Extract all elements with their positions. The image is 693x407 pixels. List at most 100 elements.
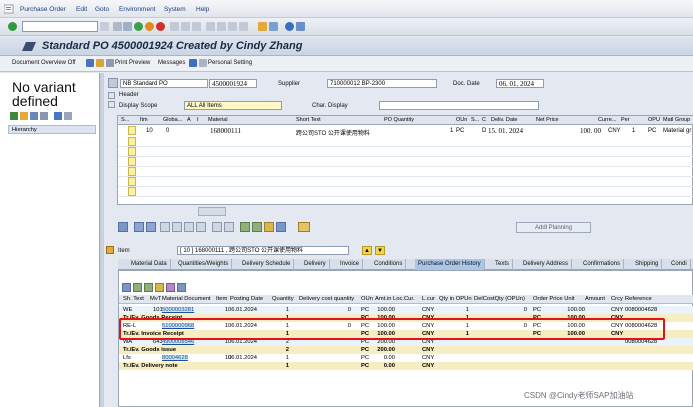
expand-header-icon[interactable] [108, 92, 115, 99]
col-opu[interactable]: OPU [648, 117, 660, 123]
tab-conditions[interactable]: Conditions [371, 259, 407, 270]
row-selector[interactable] [128, 126, 136, 135]
select-icon[interactable] [10, 112, 18, 120]
menu-purchase-order[interactable]: Purchase Order [20, 6, 66, 13]
row-selector[interactable] [128, 187, 136, 196]
exit-icon[interactable] [145, 22, 154, 31]
tab-delivery[interactable]: Delivery [301, 259, 330, 270]
deselect-icon[interactable] [146, 222, 156, 232]
col-a[interactable]: A [187, 117, 191, 123]
messages-button[interactable]: Messages [158, 60, 185, 66]
command-field[interactable] [22, 21, 98, 32]
col-global[interactable]: Globa... [163, 117, 182, 123]
new-session-icon[interactable] [258, 22, 267, 31]
tab-delivery-schedule[interactable]: Delivery Schedule [239, 259, 295, 270]
row-selector[interactable] [128, 137, 136, 146]
hcol-qty-opun[interactable]: Qty in OPUn [439, 296, 472, 302]
services-icon[interactable] [298, 222, 310, 232]
hierarchy-header[interactable]: Hierarchy [8, 125, 96, 134]
copy-icon[interactable] [160, 222, 170, 232]
history-layout-icon[interactable] [177, 283, 186, 292]
col-deliv-date[interactable]: Deliv. Date [491, 117, 518, 123]
tab-quantities-weights[interactable]: Quantities/Weights [175, 259, 233, 270]
first-page-icon[interactable] [206, 22, 215, 31]
details-icon[interactable] [118, 222, 128, 232]
search-icon[interactable] [40, 112, 48, 120]
history-row[interactable]: Lfs 80004628 10 06.01.2024 1 PC 0.00 CNY [119, 354, 693, 362]
help-icon[interactable] [285, 22, 294, 31]
menu-edit[interactable]: Edit [76, 6, 87, 13]
check-icon[interactable] [96, 59, 104, 67]
hcol-amount[interactable]: Amount [585, 296, 605, 302]
item-up-icon[interactable]: ▲ [362, 246, 372, 255]
doc-date-field[interactable]: 06. 01. 2024 [496, 79, 544, 88]
hcol-quantity[interactable]: Quantity [272, 296, 294, 302]
back-icon[interactable] [134, 22, 143, 31]
cancel-icon[interactable] [156, 22, 165, 31]
last-page-icon[interactable] [239, 22, 248, 31]
col-material[interactable]: Material [208, 117, 228, 123]
personal-setting-button[interactable]: Personal Setting [208, 60, 252, 66]
enter-icon[interactable] [8, 22, 17, 31]
delete-icon[interactable] [196, 222, 206, 232]
document-overview-button[interactable]: Document Overview Off [12, 60, 76, 66]
history-row[interactable]: WE 101 5000003281 1 06.01.2024 1 0 PC 100.00 CNY 1… [119, 306, 693, 314]
shortcut-icon[interactable] [269, 22, 278, 31]
tab-invoice[interactable]: Invoice [337, 259, 364, 270]
cell-material[interactable]: 168000111 [210, 127, 241, 135]
tab-texts[interactable]: Texts [492, 259, 514, 270]
filter-items-icon[interactable] [264, 222, 274, 232]
cell-doc[interactable]: 80004628 [162, 355, 188, 361]
hold-icon[interactable] [86, 59, 94, 67]
sort-icon[interactable] [54, 112, 62, 120]
select-all-icon[interactable] [134, 222, 144, 232]
sort-desc-icon[interactable] [252, 222, 262, 232]
dropdown-icon[interactable] [100, 22, 109, 31]
next-page-icon[interactable] [228, 22, 237, 31]
layout-list-icon[interactable] [64, 112, 72, 120]
addl-planning-button[interactable]: Addl Planning [516, 222, 591, 233]
item-select[interactable]: [ 10 ] 168000111 , 跨公司STO 公开课使用物料 [177, 246, 349, 255]
char-display-select[interactable] [379, 101, 539, 110]
tab-conditions-2[interactable]: Condi [668, 259, 691, 270]
hcol-sh-text[interactable]: Sh. Text [123, 296, 144, 302]
back-nav-icon[interactable] [113, 22, 122, 31]
paste-icon[interactable] [184, 222, 194, 232]
col-s2[interactable]: S... [471, 117, 479, 123]
save-icon[interactable] [123, 22, 132, 31]
row-selector[interactable] [128, 167, 136, 176]
cell-doc[interactable]: 5000003281 [162, 307, 195, 313]
find-icon[interactable] [181, 22, 190, 31]
pane-splitter[interactable] [100, 73, 104, 407]
col-itm[interactable]: Itm [140, 117, 148, 123]
cut-icon[interactable] [172, 222, 182, 232]
layout-icon[interactable] [296, 22, 305, 31]
row-selector[interactable] [128, 147, 136, 156]
menu-goto[interactable]: Goto [95, 6, 109, 13]
history-sum-icon[interactable] [166, 283, 175, 292]
hcol-mvt[interactable]: MvT [150, 296, 161, 302]
layout-items-icon[interactable] [276, 222, 286, 232]
print-preview-button[interactable]: Print Preview [115, 60, 150, 66]
tab-material-data[interactable]: Material Data [128, 259, 171, 270]
tab-confirmations[interactable]: Confirmations [580, 259, 625, 270]
tab-delivery-address[interactable]: Delivery Address [520, 259, 573, 270]
hcol-lcur[interactable]: L.cur [422, 296, 435, 302]
col-per[interactable]: Per [621, 117, 630, 123]
history-sort-icon[interactable] [133, 283, 142, 292]
expand-items-icon[interactable] [108, 101, 115, 108]
hcol-reference[interactable]: Reference [625, 296, 652, 302]
col-c[interactable]: C [482, 117, 486, 123]
hcol-crcy[interactable]: Crcy [611, 296, 623, 302]
history-sort-desc-icon[interactable] [144, 283, 153, 292]
col-oun[interactable]: OUn [456, 117, 467, 123]
print-icon[interactable] [170, 22, 179, 31]
prev-page-icon[interactable] [217, 22, 226, 31]
horizontal-scroll[interactable] [198, 207, 226, 216]
hcol-delivery-cost-qty[interactable]: Delivery cost quantity [299, 296, 354, 302]
col-po-qty[interactable]: PO Quantity [384, 117, 414, 123]
col-net-price[interactable]: Net Price [536, 117, 559, 123]
hcol-oun[interactable]: OUn [361, 296, 373, 302]
col-s[interactable]: S... [121, 117, 129, 123]
hcol-posting-date[interactable]: Posting Date [230, 296, 263, 302]
